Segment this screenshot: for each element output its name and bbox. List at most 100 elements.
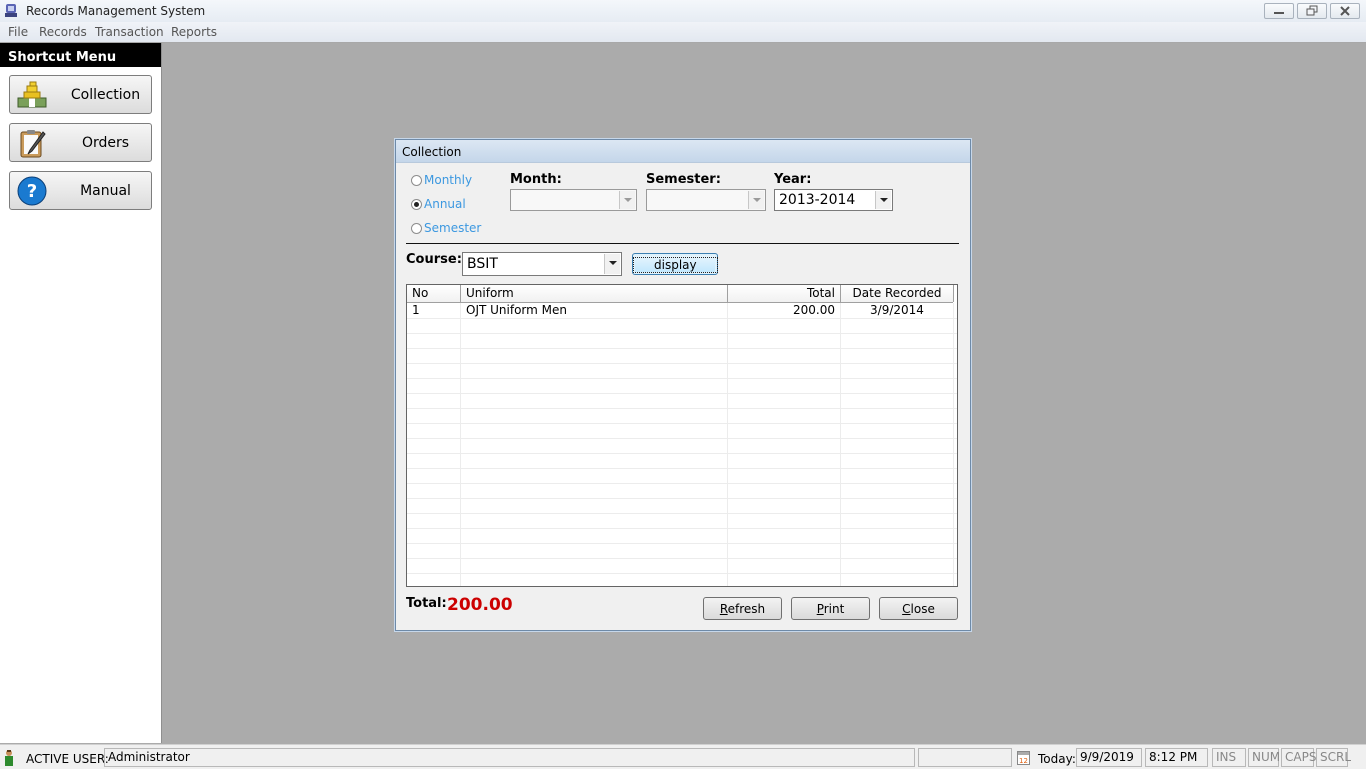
radio-semester[interactable]: Semester bbox=[411, 221, 481, 235]
table-cell bbox=[728, 423, 841, 438]
empty-table-row[interactable] bbox=[407, 483, 957, 499]
close-button[interactable]: Close bbox=[879, 597, 958, 620]
refresh-mnemonic: R bbox=[719, 602, 728, 616]
table-cell bbox=[407, 393, 461, 408]
column-header-uniform[interactable]: Uniform bbox=[461, 285, 728, 302]
column-header-no[interactable]: No bbox=[407, 285, 461, 302]
chevron-down-icon[interactable] bbox=[619, 191, 635, 209]
table-cell bbox=[841, 333, 954, 348]
table-cell bbox=[461, 528, 728, 543]
menu-transaction[interactable]: Transaction bbox=[95, 25, 164, 39]
table-cell bbox=[728, 393, 841, 408]
radio-indicator[interactable] bbox=[411, 199, 422, 210]
calendar-icon: 12 bbox=[1017, 751, 1030, 765]
empty-table-row[interactable] bbox=[407, 528, 957, 544]
table-row[interactable]: 1 OJT Uniform Men 200.00 3/9/2014 bbox=[407, 303, 957, 319]
table-cell bbox=[407, 438, 461, 453]
table-cell bbox=[461, 498, 728, 513]
column-header-date-recorded[interactable]: Date Recorded bbox=[841, 285, 954, 302]
sidebar-item-orders[interactable]: Orders bbox=[9, 123, 152, 162]
minimize-button[interactable] bbox=[1264, 3, 1294, 19]
table-cell bbox=[461, 513, 728, 528]
status-panel-empty bbox=[918, 748, 1012, 767]
window-title: Records Management System bbox=[26, 4, 206, 18]
close-window-button[interactable] bbox=[1330, 3, 1360, 19]
active-user-label: ACTIVE USER: bbox=[26, 752, 109, 766]
table-cell bbox=[728, 498, 841, 513]
table-cell bbox=[461, 348, 728, 363]
chevron-down-icon[interactable] bbox=[604, 254, 620, 274]
table-cell bbox=[461, 468, 728, 483]
radio-label: Monthly bbox=[424, 173, 473, 187]
table-cell bbox=[841, 363, 954, 378]
total-value: 200.00 bbox=[447, 595, 513, 615]
empty-table-row[interactable] bbox=[407, 543, 957, 559]
print-button[interactable]: Print bbox=[791, 597, 870, 620]
empty-table-row[interactable] bbox=[407, 393, 957, 409]
money-stack-icon bbox=[17, 81, 47, 108]
table-cell bbox=[841, 408, 954, 423]
empty-table-row[interactable] bbox=[407, 378, 957, 394]
table-cell bbox=[728, 558, 841, 573]
empty-table-row[interactable] bbox=[407, 333, 957, 349]
empty-table-row[interactable] bbox=[407, 348, 957, 364]
course-value: BSIT bbox=[467, 256, 498, 272]
empty-table-row[interactable] bbox=[407, 438, 957, 454]
radio-indicator[interactable] bbox=[411, 175, 422, 186]
sidebar-item-label: Manual bbox=[80, 183, 131, 199]
radio-indicator[interactable] bbox=[411, 223, 422, 234]
chevron-down-icon[interactable] bbox=[875, 191, 891, 209]
radio-label: Annual bbox=[424, 197, 466, 211]
month-select[interactable] bbox=[510, 189, 637, 211]
empty-table-row[interactable] bbox=[407, 498, 957, 514]
semester-select[interactable] bbox=[646, 189, 766, 211]
table-cell: 200.00 bbox=[728, 303, 841, 318]
empty-table-row[interactable] bbox=[407, 573, 957, 586]
year-label: Year: bbox=[774, 172, 812, 187]
table-cell bbox=[461, 393, 728, 408]
table-cell bbox=[461, 573, 728, 586]
table-cell bbox=[841, 378, 954, 393]
empty-table-row[interactable] bbox=[407, 408, 957, 424]
year-value: 2013-2014 bbox=[779, 192, 856, 208]
table-cell bbox=[407, 498, 461, 513]
sidebar-item-manual[interactable]: ? Manual bbox=[9, 171, 152, 210]
radio-annual[interactable]: Annual bbox=[411, 197, 466, 211]
empty-table-row[interactable] bbox=[407, 453, 957, 469]
empty-table-row[interactable] bbox=[407, 558, 957, 574]
refresh-button[interactable]: Refresh bbox=[703, 597, 782, 620]
active-user-value: Administrator bbox=[104, 748, 915, 767]
empty-table-row[interactable] bbox=[407, 468, 957, 484]
chevron-down-icon[interactable] bbox=[748, 191, 764, 209]
ins-indicator: INS bbox=[1212, 748, 1246, 767]
table-cell bbox=[728, 468, 841, 483]
restore-button[interactable] bbox=[1297, 3, 1327, 19]
svg-text:?: ? bbox=[27, 181, 37, 202]
sidebar-item-label: Collection bbox=[70, 87, 141, 103]
table-cell: 1 bbox=[407, 303, 461, 318]
clipboard-pen-icon bbox=[20, 130, 46, 158]
table-cell bbox=[841, 453, 954, 468]
table-cell bbox=[841, 393, 954, 408]
num-indicator: NUM bbox=[1248, 748, 1280, 767]
empty-table-row[interactable] bbox=[407, 513, 957, 529]
empty-table-row[interactable] bbox=[407, 423, 957, 439]
user-icon bbox=[5, 750, 13, 766]
empty-table-row[interactable] bbox=[407, 318, 957, 334]
menu-reports[interactable]: Reports bbox=[171, 25, 217, 39]
radio-monthly[interactable]: Monthly bbox=[411, 173, 473, 187]
course-select[interactable]: BSIT bbox=[462, 252, 622, 276]
table-cell bbox=[461, 483, 728, 498]
table-cell bbox=[407, 573, 461, 586]
print-label: rint bbox=[823, 602, 845, 616]
empty-table-row[interactable] bbox=[407, 363, 957, 379]
menu-records[interactable]: Records bbox=[39, 25, 87, 39]
display-button[interactable]: display bbox=[632, 253, 718, 275]
column-header-total[interactable]: Total bbox=[728, 285, 841, 302]
menu-file[interactable]: File bbox=[8, 25, 28, 39]
table-cell bbox=[841, 438, 954, 453]
sidebar-item-collection[interactable]: Collection bbox=[9, 75, 152, 114]
table-cell bbox=[407, 318, 461, 333]
table-cell bbox=[841, 573, 954, 586]
year-select[interactable]: 2013-2014 bbox=[774, 189, 893, 211]
